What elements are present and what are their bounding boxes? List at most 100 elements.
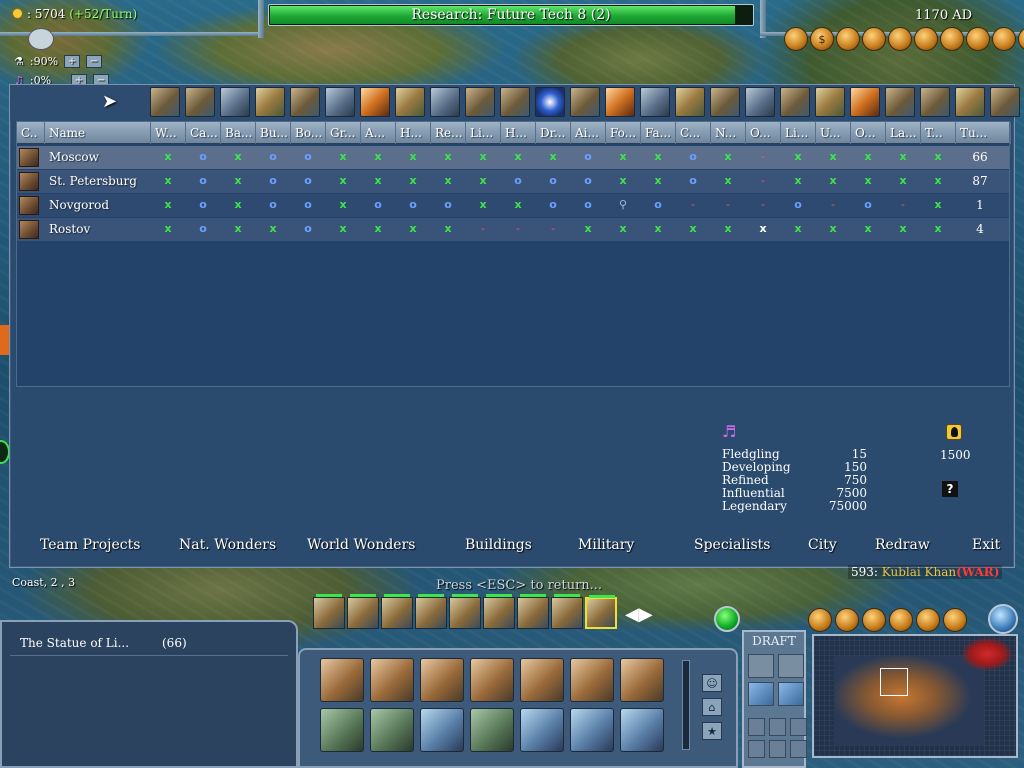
build-option-unit[interactable] bbox=[420, 658, 464, 702]
column-header[interactable]: A... bbox=[361, 122, 396, 144]
column-header[interactable]: Ba... bbox=[221, 122, 256, 144]
corporation-advisor-icon[interactable] bbox=[966, 27, 990, 51]
building-icon[interactable] bbox=[640, 87, 670, 117]
build-option-unit[interactable] bbox=[470, 658, 514, 702]
draft-slot-active[interactable] bbox=[778, 682, 804, 706]
building-icon[interactable] bbox=[535, 87, 565, 117]
help-icon[interactable] bbox=[943, 608, 967, 632]
column-header[interactable]: C... bbox=[676, 122, 711, 144]
column-header[interactable]: O... bbox=[746, 122, 781, 144]
building-icon[interactable] bbox=[150, 87, 180, 117]
specialist-slot[interactable] bbox=[769, 718, 786, 736]
unit-slot[interactable] bbox=[517, 594, 549, 629]
religion-advisor-icon[interactable] bbox=[940, 27, 964, 51]
building-icon[interactable] bbox=[920, 87, 950, 117]
build-option-helicopter[interactable] bbox=[420, 708, 464, 752]
unit-slot[interactable] bbox=[449, 594, 481, 629]
building-icon[interactable] bbox=[955, 87, 985, 117]
tab-team-projects[interactable]: Team Projects bbox=[40, 537, 140, 553]
building-icon[interactable] bbox=[675, 87, 705, 117]
building-icon[interactable] bbox=[290, 87, 320, 117]
column-header[interactable]: Bu... bbox=[256, 122, 291, 144]
column-header[interactable]: Re... bbox=[431, 122, 466, 144]
yield-icon[interactable] bbox=[889, 608, 913, 632]
unit-slot-selected[interactable] bbox=[585, 595, 617, 629]
building-icon[interactable] bbox=[360, 87, 390, 117]
table-row[interactable]: Moscow x o x o o x x x x x x x o x x o x - x x x x x 66 bbox=[17, 146, 1009, 169]
specialist-slot[interactable] bbox=[790, 740, 807, 758]
table-row[interactable]: Novgorod x o x o o x o o o x x o o ⚲ o - - - o - o - x 1 bbox=[17, 194, 1009, 217]
star-icon[interactable]: ★ bbox=[702, 722, 722, 740]
table-row[interactable]: St. Petersburg x o x o o x x x x x o o o x x o x - x x x x x 87 bbox=[17, 170, 1009, 193]
unit-slot[interactable] bbox=[347, 594, 379, 629]
victory-advisor-icon[interactable] bbox=[992, 27, 1016, 51]
civics-advisor-icon[interactable] bbox=[836, 27, 860, 51]
draft-slot-active[interactable] bbox=[748, 682, 774, 706]
table-row[interactable]: Rostov x o x x o x x x x - - - x x x x x x x x x x x 4 bbox=[17, 218, 1009, 241]
tab-city[interactable]: City bbox=[808, 537, 837, 553]
tab-world-wonders[interactable]: World Wonders bbox=[307, 537, 415, 553]
turn-status-icon[interactable] bbox=[714, 606, 740, 632]
column-header[interactable]: U... bbox=[816, 122, 851, 144]
finance-advisor-icon[interactable]: $ bbox=[810, 27, 834, 51]
column-header[interactable]: H... bbox=[501, 122, 536, 144]
building-icon[interactable] bbox=[885, 87, 915, 117]
info-advisor-icon[interactable] bbox=[1018, 27, 1024, 51]
column-header[interactable]: C.. bbox=[17, 122, 45, 144]
grid-icon[interactable] bbox=[835, 608, 859, 632]
building-icon[interactable] bbox=[465, 87, 495, 117]
building-icon[interactable] bbox=[815, 87, 845, 117]
research-bar[interactable]: Research: Future Tech 8 (2) bbox=[268, 4, 754, 26]
tab-military[interactable]: Military bbox=[578, 537, 634, 553]
column-header[interactable]: Tu... bbox=[956, 122, 1011, 144]
building-icon[interactable] bbox=[325, 87, 355, 117]
column-header[interactable]: Li... bbox=[466, 122, 501, 144]
specialist-slot[interactable] bbox=[748, 740, 765, 758]
unit-slot[interactable] bbox=[313, 594, 345, 629]
commerce-slider-icon[interactable] bbox=[28, 28, 54, 50]
building-icon[interactable] bbox=[395, 87, 425, 117]
specialist-slot[interactable] bbox=[790, 718, 807, 736]
tech-advisor-icon[interactable] bbox=[914, 27, 938, 51]
building-icon[interactable] bbox=[500, 87, 530, 117]
build-option-unit[interactable] bbox=[320, 658, 364, 702]
minimap[interactable] bbox=[812, 634, 1018, 758]
build-option-unit[interactable] bbox=[520, 658, 564, 702]
minimap-viewport[interactable] bbox=[880, 668, 908, 696]
draft-slot[interactable] bbox=[748, 654, 774, 678]
column-header[interactable]: N... bbox=[711, 122, 746, 144]
draft-slot[interactable] bbox=[778, 654, 804, 678]
column-header[interactable]: Dr... bbox=[536, 122, 571, 144]
play-arrow-icon[interactable]: ➤ bbox=[102, 92, 122, 112]
domestic-advisor-icon[interactable] bbox=[784, 27, 808, 51]
column-header[interactable]: Li... bbox=[781, 122, 816, 144]
specialist-slot[interactable] bbox=[748, 718, 765, 736]
column-header[interactable]: Fo... bbox=[606, 122, 641, 144]
building-icon[interactable] bbox=[185, 87, 215, 117]
column-header[interactable]: Fa... bbox=[641, 122, 676, 144]
scoreboard-icon[interactable] bbox=[916, 608, 940, 632]
building-icon[interactable] bbox=[745, 87, 775, 117]
tab-nat-wonders[interactable]: Nat. Wonders bbox=[179, 537, 276, 553]
next-arrow-icon[interactable]: ▶ bbox=[639, 604, 653, 625]
column-header[interactable]: Name bbox=[45, 122, 151, 144]
build-option-unit[interactable] bbox=[620, 658, 664, 702]
building-icon[interactable] bbox=[430, 87, 460, 117]
build-option-tank[interactable] bbox=[370, 708, 414, 752]
building-icon[interactable] bbox=[220, 87, 250, 117]
tab-exit[interactable]: Exit bbox=[972, 537, 1000, 553]
tab-redraw[interactable]: Redraw bbox=[875, 537, 930, 553]
build-option-ship[interactable] bbox=[520, 708, 564, 752]
building-icon[interactable] bbox=[605, 87, 635, 117]
building-icon[interactable] bbox=[780, 87, 810, 117]
tab-specialists[interactable]: Specialists bbox=[694, 537, 770, 553]
military-advisor-icon[interactable] bbox=[888, 27, 912, 51]
unit-slot[interactable] bbox=[381, 594, 413, 629]
hammer-icon[interactable]: ⌂ bbox=[702, 698, 722, 716]
column-header[interactable]: W... bbox=[151, 122, 186, 144]
globe-view-icon[interactable] bbox=[988, 604, 1018, 634]
unit-slot[interactable] bbox=[483, 594, 515, 629]
building-icon[interactable] bbox=[255, 87, 285, 117]
build-option-unit[interactable] bbox=[570, 658, 614, 702]
building-icon[interactable] bbox=[570, 87, 600, 117]
